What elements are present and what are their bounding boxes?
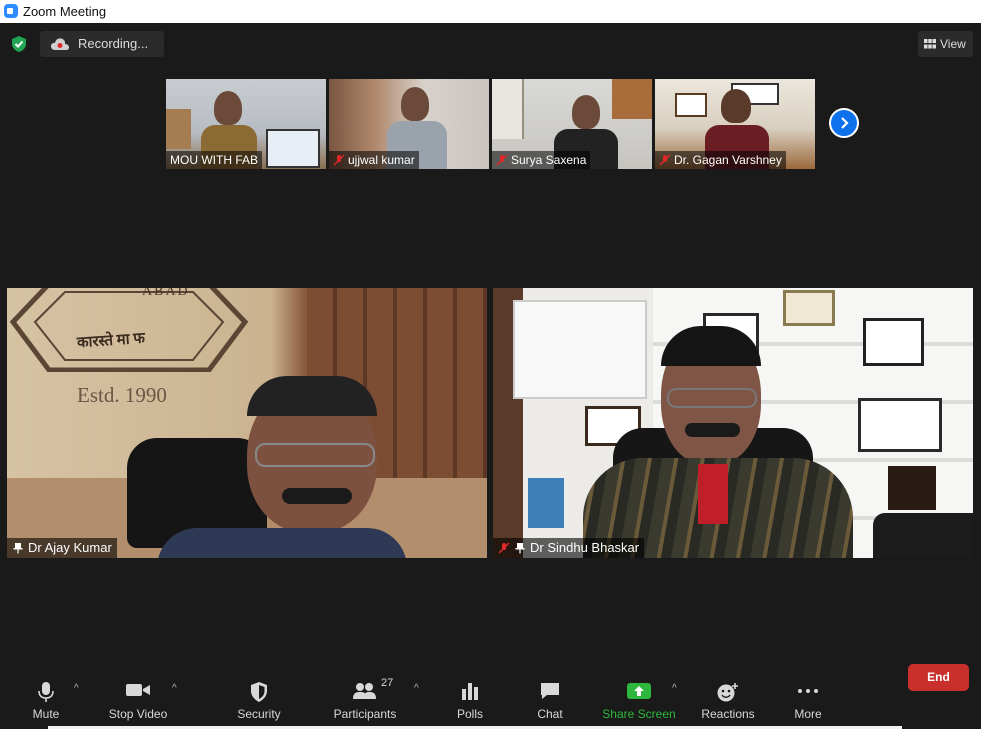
reactions-button[interactable]: Reactions [700, 675, 756, 729]
muted-mic-icon [659, 154, 671, 166]
pin-icon [515, 543, 525, 554]
polls-bar-chart-icon [462, 683, 478, 700]
security-button[interactable]: Security [230, 675, 288, 729]
more-label: More [794, 707, 822, 721]
more-button[interactable]: More [786, 675, 830, 729]
participant-face [721, 89, 751, 123]
participant-name-tag: Dr Sindhu Bhaskar [493, 538, 645, 558]
microphone-icon [38, 682, 54, 702]
book [528, 478, 564, 528]
participant-moustache [282, 488, 352, 504]
participant-name: Dr Ajay Kumar [28, 540, 112, 555]
recording-indicator[interactable]: Recording... [40, 31, 164, 57]
furniture [166, 109, 191, 149]
participant-glasses [667, 388, 757, 408]
stop-video-label: Stop Video [108, 707, 168, 721]
polls-button[interactable]: Polls [445, 675, 495, 729]
title-bar: Zoom Meeting [0, 0, 995, 23]
participant-name-tag: Surya Saxena [492, 151, 591, 169]
main-video-tile[interactable]: Dr Sindhu Bhaskar [493, 288, 973, 558]
participants-count: 27 [381, 677, 394, 689]
smiley-reaction-icon [717, 683, 738, 702]
participants-label: Participants [333, 707, 397, 721]
participant-moustache [685, 423, 740, 437]
view-button[interactable]: View [918, 31, 973, 57]
gallery-view-icon [924, 39, 936, 49]
participants-options-chevron-up-icon[interactable]: ^ [414, 683, 419, 694]
pin-icon [13, 543, 23, 554]
participant-face [572, 95, 600, 129]
chat-button[interactable]: Chat [525, 675, 575, 729]
meeting-toolbar: Mute ^ Stop Video ^ Security Participant… [0, 675, 981, 729]
cloud-record-icon [51, 38, 69, 50]
participant-face [401, 87, 429, 121]
window-title: Zoom Meeting [23, 4, 107, 19]
certificate-frame [783, 290, 835, 326]
share-screen-label: Share Screen [602, 707, 676, 721]
muted-mic-icon [496, 154, 508, 166]
participant-thumbnail[interactable]: Dr. Gagan Varshney [655, 79, 815, 169]
participant-shirt [698, 464, 728, 524]
mute-button[interactable]: Mute [20, 675, 72, 729]
certificate-frame [863, 318, 924, 366]
chat-label: Chat [537, 707, 563, 721]
window-edge [981, 23, 995, 729]
end-meeting-button[interactable]: End [908, 664, 969, 691]
participant-name: MOU WITH FAB [170, 153, 258, 167]
participant-name-tag: Dr. Gagan Varshney [655, 151, 786, 169]
participant-hair [247, 376, 377, 416]
more-dots-icon [798, 689, 818, 693]
wall-inscription: Estd. 1990 [77, 383, 167, 407]
participant-body [157, 528, 407, 558]
emblem-text: ABAD [142, 288, 190, 299]
participant-face [214, 91, 242, 125]
trophy-plaque [888, 466, 936, 510]
participant-thumbnail[interactable]: ujjwal kumar [329, 79, 489, 169]
participants-icon [353, 683, 376, 699]
polls-label: Polls [456, 707, 483, 721]
chat-bubble-icon [541, 683, 559, 699]
reactions-label: Reactions [701, 707, 755, 721]
monitor [266, 129, 320, 168]
security-shield-icon [251, 682, 267, 702]
desk-phone [873, 513, 973, 558]
participant-thumbnail[interactable]: MOU WITH FAB [166, 79, 326, 169]
zoom-app-icon [4, 4, 18, 18]
participant-name-tag: MOU WITH FAB [166, 151, 262, 169]
main-video-tile[interactable]: ABAD कारस्ते मा फ Estd. 1990 Dr Ajay Kum… [7, 288, 487, 558]
participant-name-tag: Dr Ajay Kumar [7, 538, 117, 558]
participant-name: Surya Saxena [511, 153, 587, 167]
share-screen-button[interactable]: Share Screen [600, 675, 678, 729]
encryption-shield-icon[interactable] [10, 35, 28, 53]
stop-video-button[interactable]: Stop Video [102, 675, 174, 729]
participant-thumbnail[interactable]: Surya Saxena [492, 79, 652, 169]
curtain [612, 79, 652, 119]
recording-label: Recording... [78, 36, 149, 51]
security-label: Security [237, 707, 281, 721]
window-frame [492, 79, 524, 139]
wall-frame [675, 93, 707, 117]
certificate-frame [858, 398, 942, 452]
meeting-stage: Recording... View MOU WITH FAB ujjwal ku… [0, 23, 981, 729]
video-camera-icon [126, 684, 150, 696]
participant-name: Dr. Gagan Varshney [674, 153, 782, 167]
whiteboard [513, 300, 647, 399]
next-page-button[interactable] [829, 108, 859, 138]
share-screen-arrow-icon [627, 683, 651, 699]
muted-mic-icon [333, 154, 345, 166]
mute-label: Mute [32, 707, 60, 721]
participant-glasses [255, 443, 375, 467]
view-label: View [940, 37, 966, 51]
participant-name: Dr Sindhu Bhaskar [530, 540, 640, 555]
share-options-chevron-up-icon[interactable]: ^ [672, 683, 677, 694]
audio-options-chevron-up-icon[interactable]: ^ [74, 683, 79, 694]
video-options-chevron-up-icon[interactable]: ^ [172, 683, 177, 694]
muted-mic-icon [498, 542, 510, 554]
chevron-right-icon [841, 117, 849, 129]
participant-name-tag: ujjwal kumar [329, 151, 419, 169]
participant-name: ujjwal kumar [348, 153, 415, 167]
